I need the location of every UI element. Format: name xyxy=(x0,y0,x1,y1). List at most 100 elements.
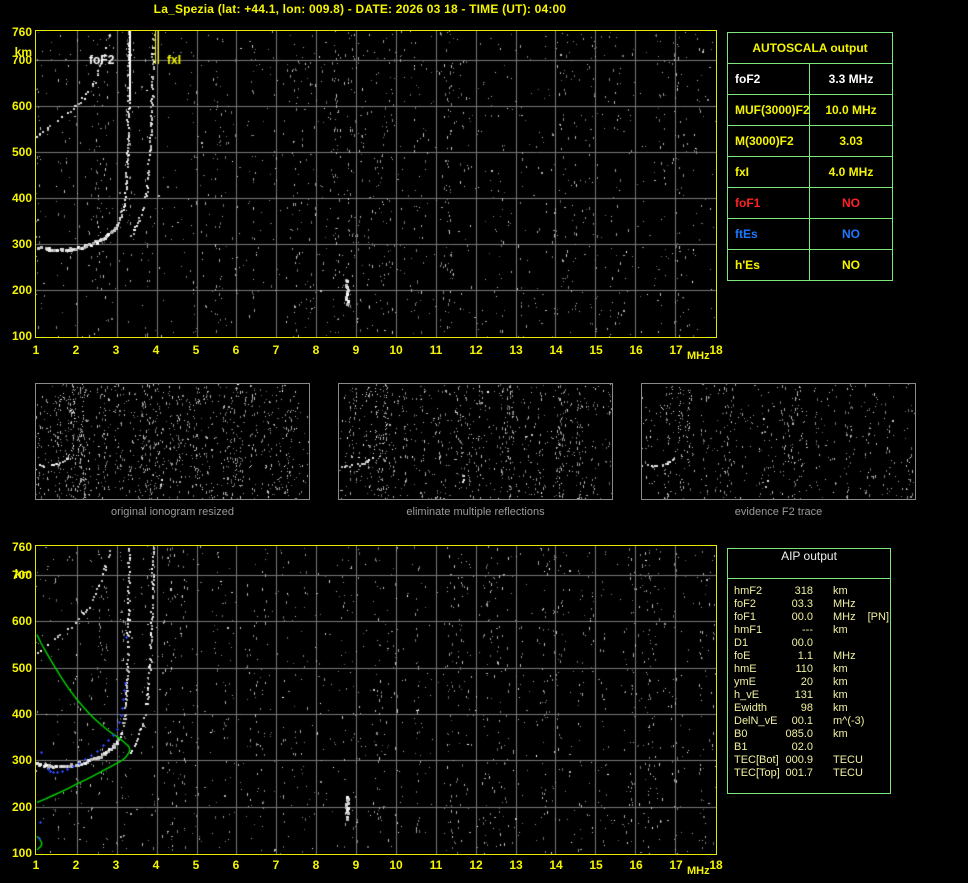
aip-row-tectop: TEC[Top] 001.7 TECU xyxy=(728,767,890,780)
aip-row-hmf1: hmF1 --- km xyxy=(728,624,890,637)
autoscala-param-value: 3.3 MHz xyxy=(828,72,874,86)
x-tick-10-top: 10 xyxy=(389,343,403,357)
aip-param-unit: km xyxy=(833,702,848,714)
autoscala-row-hes: h'Es NO xyxy=(728,249,892,280)
autoscala-param-value: 4.0 MHz xyxy=(828,165,874,179)
autoscala-param-label: foF2 xyxy=(728,64,810,94)
autoscala-param-value: 10.0 MHz xyxy=(825,103,877,117)
autoscala-table-rows: foF2 3.3 MHz MUF(3000)F2 10.0 MHz M(3000)F2 3… xyxy=(728,63,892,280)
autoscala-row-fof1: foF1 NO xyxy=(728,187,892,218)
aip-table-title: AIP output xyxy=(728,549,890,579)
autoscala-param-label: foF1 xyxy=(728,188,810,218)
autoscala-row-m3000f2: M(3000)F2 3.03 xyxy=(728,125,892,156)
x-tick-11-bottom: 11 xyxy=(429,858,443,872)
thumbnail-caption-original: original ionogram resized xyxy=(111,506,234,518)
x-tick-4-bottom: 4 xyxy=(152,858,160,872)
y-axis-unit-bottom: km xyxy=(14,567,32,581)
thumbnail-canvas-evidence xyxy=(642,384,915,499)
aip-row-yme: ymE 20 km xyxy=(728,676,890,689)
y-tick-500-top: 500 xyxy=(11,145,32,159)
x-tick-9-bottom: 9 xyxy=(352,858,360,872)
aip-table: AIP output hmF2 318 km foF2 03.3 MHz foF1 00.0 M… xyxy=(727,548,891,794)
autoscala-row-ftes: ftEs NO xyxy=(728,218,892,249)
aip-param-label: hmF1 xyxy=(734,624,763,636)
aip-param-value: 00.0 xyxy=(791,611,813,623)
aip-row-d1: D1 00.0 xyxy=(728,637,890,650)
autoscala-row-fof2: foF2 3.3 MHz xyxy=(728,63,892,94)
x-tick-3-bottom: 3 xyxy=(112,858,120,872)
autoscala-param-label: M(3000)F2 xyxy=(728,126,810,156)
x-tick-6-top: 6 xyxy=(232,343,240,357)
aip-param-label: TEC[Top] xyxy=(734,767,780,779)
aip-param-value: 131 xyxy=(794,689,813,701)
aip-param-unit: km xyxy=(833,689,848,701)
autoscala-row-fxi: fxI 4.0 MHz xyxy=(728,156,892,187)
aip-param-value: 110 xyxy=(795,663,813,675)
aip-row-hme: hmE 110 km xyxy=(728,663,890,676)
aip-param-unit: TECU xyxy=(833,754,863,766)
y-tick-400-top: 400 xyxy=(11,191,32,205)
aip-row-tecbot: TEC[Bot] 000.9 TECU xyxy=(728,754,890,767)
aip-param-value: 085.0 xyxy=(785,728,813,740)
x-tick-9-top: 9 xyxy=(352,343,360,357)
x-tick-1-top: 1 xyxy=(32,343,40,357)
x-tick-8-top: 8 xyxy=(312,343,320,357)
autoscala-param-label: h'Es xyxy=(728,250,810,280)
autoscala-param-label: ftEs xyxy=(728,219,810,249)
station-title: La_Spezia (lat: +44.1, lon: 009.8) - DAT… xyxy=(153,2,567,16)
thumbnail-canvas-reflections xyxy=(339,384,612,499)
aip-param-label: foF2 xyxy=(734,598,757,610)
x-tick-12-top: 12 xyxy=(469,343,483,357)
aip-param-label: ymE xyxy=(734,676,756,688)
aip-param-label: h_vE xyxy=(734,689,760,701)
y-tick-200-bottom: 200 xyxy=(11,800,32,814)
aip-param-unit: km xyxy=(833,663,848,675)
thumbnail-canvas-original xyxy=(36,384,309,499)
aip-param-label: foF1 xyxy=(734,611,757,623)
aip-param-unit: km xyxy=(833,676,848,688)
x-tick-11-top: 11 xyxy=(429,343,443,357)
x-tick-5-bottom: 5 xyxy=(192,858,200,872)
x-tick-4-top: 4 xyxy=(152,343,160,357)
x-tick-5-top: 5 xyxy=(192,343,200,357)
aip-row-delnve: DelN_vE 00.1 m^(-3) xyxy=(728,715,890,728)
autoscala-param-value: 3.03 xyxy=(839,134,863,148)
aip-param-label: hmF2 xyxy=(734,585,763,597)
aip-param-note: [PN] xyxy=(867,611,890,623)
aip-param-unit: km xyxy=(833,624,848,636)
aip-row-ewidth: Ewidth 98 km xyxy=(728,702,890,715)
x-tick-16-top: 16 xyxy=(629,343,643,357)
y-tick-100-top: 100 xyxy=(11,329,32,343)
aip-param-value: 02.0 xyxy=(791,741,813,753)
autoscala-param-value: NO xyxy=(842,258,860,272)
aip-param-value: --- xyxy=(802,624,813,636)
x-tick-15-bottom: 15 xyxy=(589,858,603,872)
x-tick-17-bottom: 17 xyxy=(669,858,683,872)
ionogram-plot-top xyxy=(35,30,717,338)
x-tick-14-top: 14 xyxy=(549,343,563,357)
thumbnail-caption-evidence: evidence F2 trace xyxy=(734,506,823,518)
aip-param-value: 20 xyxy=(800,676,813,688)
x-tick-2-top: 2 xyxy=(72,343,80,357)
aip-param-value: 001.7 xyxy=(785,767,813,779)
aip-row-fof1: foF1 00.0 MHz [PN] xyxy=(728,611,890,624)
ionogram-canvas-top xyxy=(36,31,716,337)
y-tick-200-top: 200 xyxy=(11,283,32,297)
aip-param-value: 00.0 xyxy=(791,637,813,649)
aip-param-value: 1.1 xyxy=(797,650,813,662)
x-tick-13-bottom: 13 xyxy=(509,858,523,872)
aip-param-unit: km xyxy=(833,585,848,597)
x-tick-13-top: 13 xyxy=(509,343,523,357)
aip-param-unit: km xyxy=(833,728,848,740)
y-tick-600-top: 600 xyxy=(11,99,32,113)
aip-param-value: 000.9 xyxy=(785,754,813,766)
x-axis-unit-top: MHz xyxy=(687,350,710,362)
x-tick-12-bottom: 12 xyxy=(469,858,483,872)
x-tick-14-bottom: 14 xyxy=(549,858,563,872)
aip-table-rows: hmF2 318 km foF2 03.3 MHz foF1 00.0 MHz [PN] hmF1 -… xyxy=(728,585,890,780)
ionogram-canvas-bottom xyxy=(36,546,716,854)
aip-row-foe: foE 1.1 MHz xyxy=(728,650,890,663)
y-tick-400-bottom: 400 xyxy=(11,707,32,721)
aip-param-label: foE xyxy=(734,650,751,662)
ionogram-plot-bottom xyxy=(35,545,717,855)
